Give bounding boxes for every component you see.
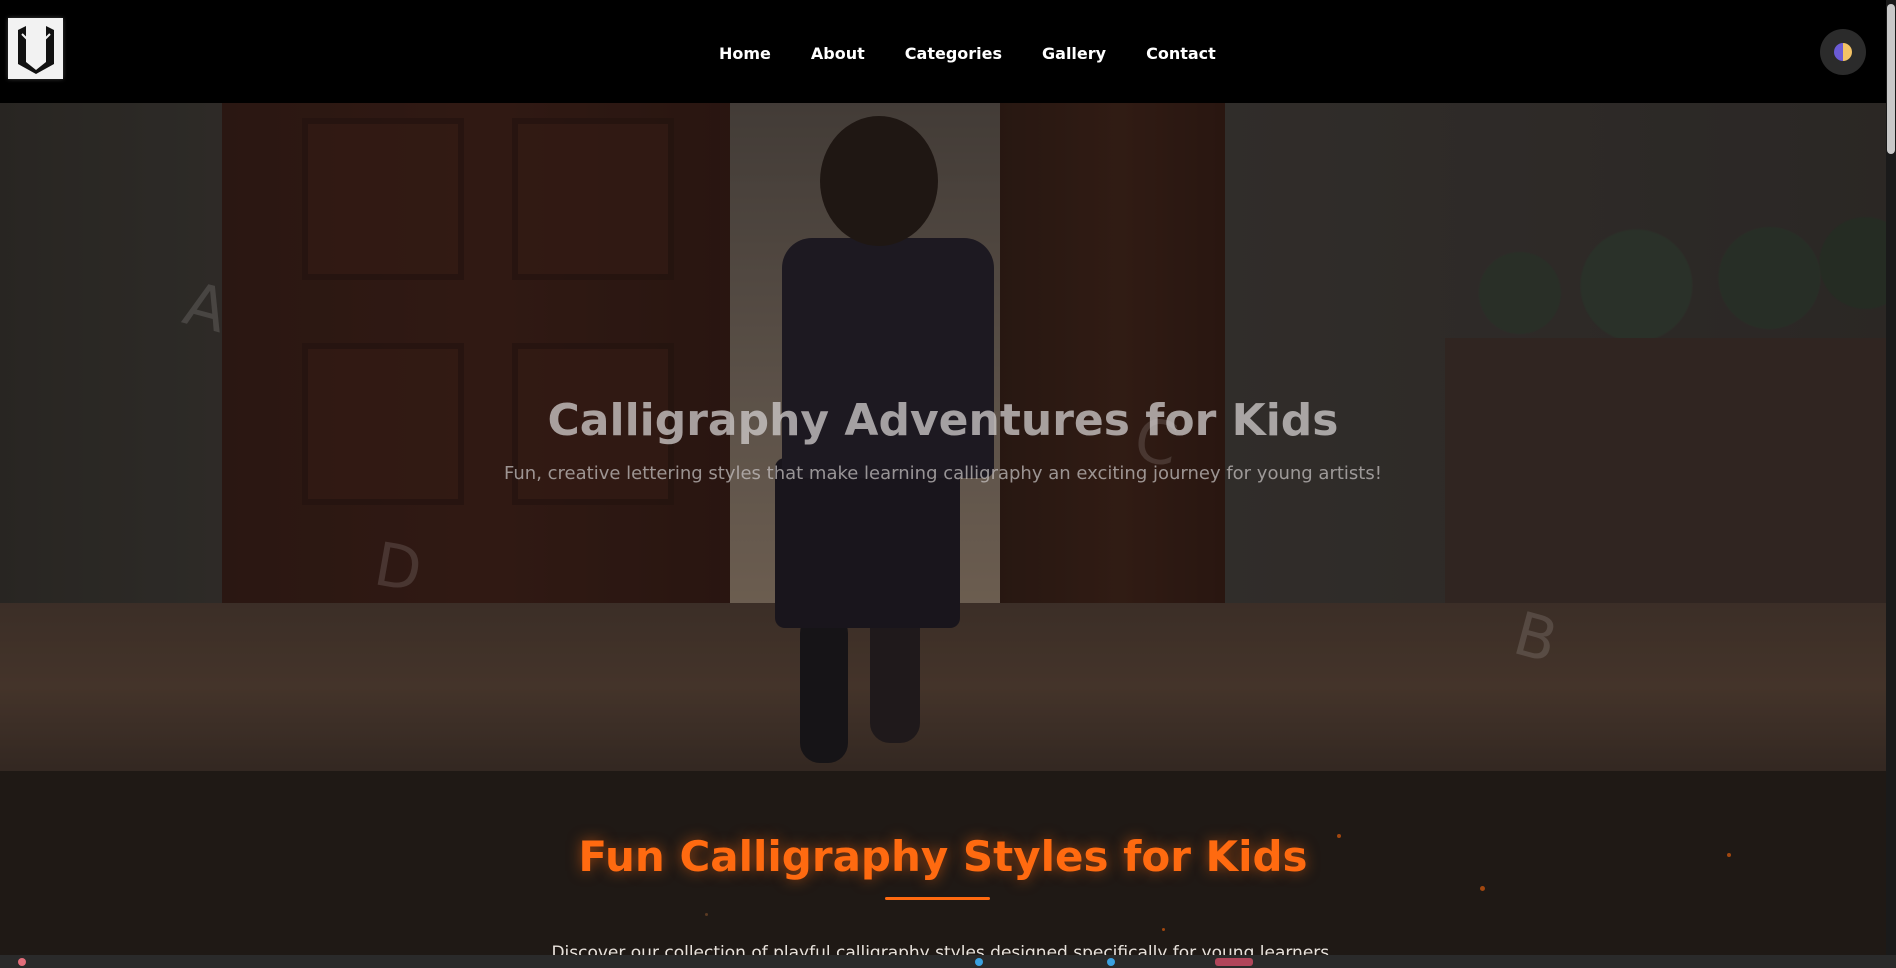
taskbar-icon[interactable] — [1107, 958, 1115, 966]
section-title-underline — [885, 897, 990, 900]
taskbar-icon[interactable] — [975, 958, 983, 966]
half-moon-icon — [1834, 43, 1852, 61]
ember-particle — [1162, 928, 1165, 931]
main-nav: Home About Categories Gallery Contact — [719, 42, 1216, 64]
hero-subtitle: Fun, creative lettering styles that make… — [504, 463, 1382, 484]
hero-title: Calligraphy Adventures for Kids — [547, 395, 1339, 446]
taskbar-strip — [0, 955, 1896, 968]
hero-section: A B C D Calligraphy Adventures for Kids … — [0, 103, 1886, 771]
ember-particle — [1480, 886, 1485, 891]
taskbar-icon[interactable] — [18, 958, 26, 966]
top-navbar: Home About Categories Gallery Contact — [0, 0, 1886, 103]
theme-toggle-button[interactable] — [1820, 29, 1866, 75]
ember-particle — [705, 913, 708, 916]
nav-link-gallery[interactable]: Gallery — [1042, 44, 1106, 63]
nav-link-about[interactable]: About — [811, 44, 865, 63]
nav-link-categories[interactable]: Categories — [905, 44, 1002, 63]
section-title: Fun Calligraphy Styles for Kids — [578, 832, 1308, 881]
nav-link-contact[interactable]: Contact — [1146, 44, 1216, 63]
nav-link-home[interactable]: Home — [719, 44, 771, 63]
taskbar-icon[interactable] — [1215, 958, 1253, 966]
page-scrollbar[interactable] — [1886, 0, 1896, 955]
logo-monogram-icon — [17, 25, 54, 74]
scrollbar-thumb[interactable] — [1887, 4, 1895, 154]
site-logo[interactable] — [8, 18, 63, 79]
styles-section: Fun Calligraphy Styles for Kids Discover… — [0, 771, 1886, 963]
